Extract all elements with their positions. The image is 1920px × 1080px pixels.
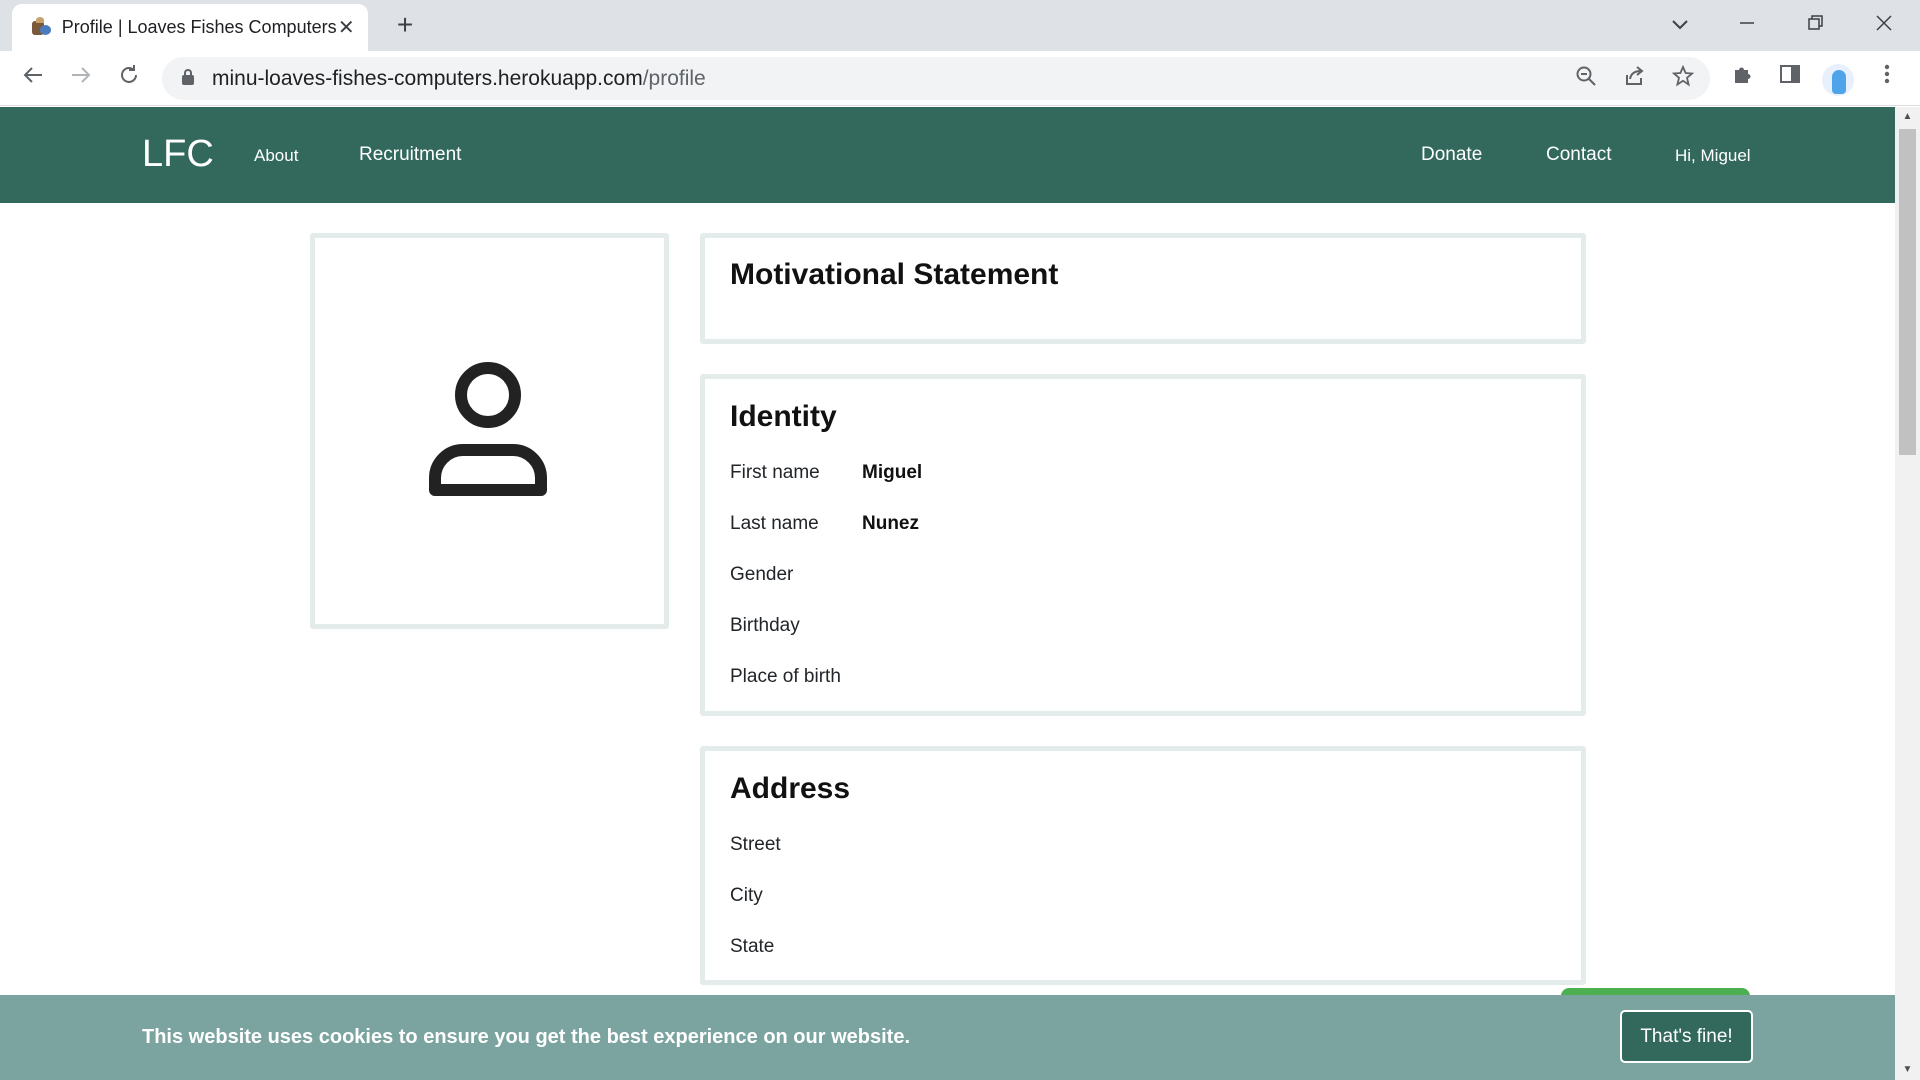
state-label: State bbox=[730, 936, 775, 957]
cookie-accept-button[interactable]: That's fine! bbox=[1620, 1010, 1753, 1063]
city-label: City bbox=[730, 885, 763, 906]
zoom-icon[interactable] bbox=[1572, 65, 1600, 93]
profile-avatar-icon[interactable] bbox=[1822, 64, 1854, 96]
street-label: Street bbox=[730, 834, 781, 855]
scroll-up-arrow-icon[interactable]: ▲ bbox=[1899, 110, 1916, 124]
last-name-label: Last name bbox=[730, 513, 819, 534]
brand-logo[interactable]: LFC bbox=[142, 133, 214, 176]
motivational-statement-card: Motivational Statement bbox=[700, 233, 1586, 344]
close-window-icon[interactable] bbox=[1864, 8, 1904, 42]
cookie-message: This website uses cookies to ensure you … bbox=[142, 1026, 910, 1048]
new-tab-plus-icon[interactable]: + bbox=[390, 10, 420, 40]
address-card: Address Street City State bbox=[700, 746, 1586, 985]
site-favicon-icon bbox=[30, 16, 51, 39]
forward-arrow-icon[interactable] bbox=[64, 62, 98, 96]
share-icon[interactable] bbox=[1621, 65, 1649, 93]
tab-close-icon[interactable]: ✕ bbox=[337, 15, 356, 40]
profile-picture-card bbox=[310, 233, 669, 629]
browser-menu-kebab-icon[interactable] bbox=[1870, 62, 1904, 96]
motivational-statement-title: Motivational Statement bbox=[730, 258, 1059, 291]
tab-title: Profile | Loaves Fishes Computers bbox=[61, 17, 337, 37]
identity-card: Identity First name Miguel Last name Nun… bbox=[700, 374, 1586, 716]
address-bar[interactable]: minu-loaves-fishes-computers.herokuapp.c… bbox=[162, 57, 1710, 100]
address-title: Address bbox=[730, 772, 851, 805]
side-panel-icon[interactable] bbox=[1773, 62, 1807, 96]
user-avatar-icon bbox=[429, 362, 547, 496]
page-scrollbar[interactable]: ▲ ▼ bbox=[1895, 107, 1920, 1080]
scroll-down-arrow-icon[interactable]: ▼ bbox=[1899, 1063, 1916, 1077]
gender-label: Gender bbox=[730, 564, 794, 585]
browser-toolbar: minu-loaves-fishes-computers.herokuapp.c… bbox=[0, 51, 1920, 106]
first-name-label: First name bbox=[730, 462, 820, 483]
lock-icon[interactable] bbox=[182, 69, 194, 85]
reload-icon[interactable] bbox=[112, 62, 146, 96]
site-navbar: LFC About Recruitment Donate Contact Hi,… bbox=[0, 107, 1895, 203]
nav-link-donate[interactable]: Donate bbox=[1421, 144, 1482, 166]
browser-tab[interactable]: Profile | Loaves Fishes Computers ✕ bbox=[12, 4, 368, 51]
cookie-consent-banner: This website uses cookies to ensure you … bbox=[0, 995, 1895, 1080]
nav-link-about[interactable]: About bbox=[254, 146, 298, 166]
scrollbar-thumb[interactable] bbox=[1899, 129, 1916, 455]
birthday-label: Birthday bbox=[730, 615, 800, 636]
browser-tabstrip: Profile | Loaves Fishes Computers ✕ + bbox=[0, 0, 1920, 51]
back-arrow-icon[interactable] bbox=[16, 62, 50, 96]
user-greeting-menu[interactable]: Hi, Miguel bbox=[1675, 146, 1751, 166]
nav-link-recruitment[interactable]: Recruitment bbox=[359, 144, 461, 166]
place-of-birth-label: Place of birth bbox=[730, 666, 841, 687]
identity-title: Identity bbox=[730, 400, 837, 433]
first-name-value: Miguel bbox=[862, 462, 923, 483]
page-viewport: LFC About Recruitment Donate Contact Hi,… bbox=[0, 107, 1895, 1080]
url-text: minu-loaves-fishes-computers.herokuapp.c… bbox=[212, 67, 706, 90]
minimize-window-icon[interactable] bbox=[1727, 8, 1767, 42]
bookmark-star-icon[interactable] bbox=[1669, 64, 1697, 93]
last-name-value: Nunez bbox=[862, 513, 919, 534]
tab-search-chevron-icon[interactable] bbox=[1660, 8, 1700, 42]
extensions-puzzle-icon[interactable] bbox=[1725, 62, 1759, 96]
restore-window-icon[interactable] bbox=[1796, 8, 1836, 42]
nav-link-contact[interactable]: Contact bbox=[1546, 144, 1611, 166]
